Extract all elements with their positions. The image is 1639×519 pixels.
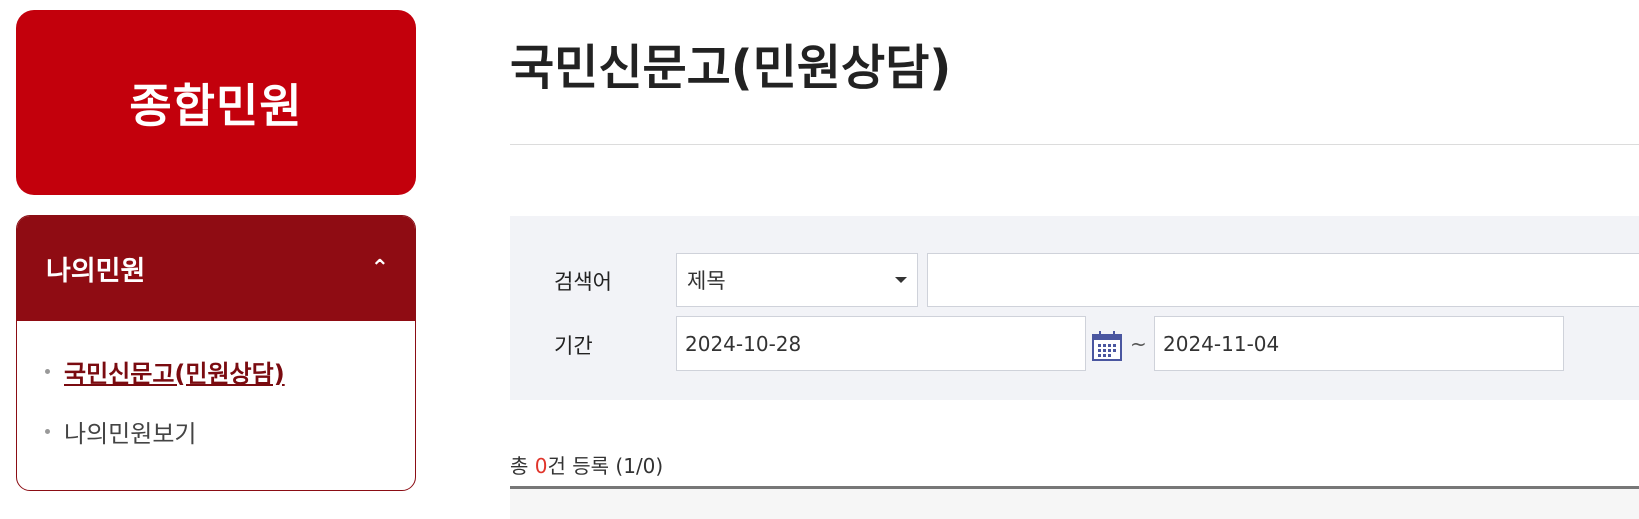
sidebar-title-banner: 종합민원	[16, 10, 416, 195]
date-from-value: 2024-10-28	[685, 331, 802, 356]
search-field-select[interactable]: 제목	[676, 253, 918, 307]
sidebar-item-complaint-consult[interactable]: 국민신문고(민원상담)	[45, 341, 415, 401]
date-to-input[interactable]: 2024-11-04	[1154, 316, 1564, 371]
sidebar-item-label[interactable]: 나의민원보기	[64, 414, 196, 449]
summary-prefix: 총	[510, 454, 535, 478]
summary-suffix: 건 등록	[547, 454, 610, 478]
sidebar-item-label[interactable]: 국민신문고(민원상담)	[64, 354, 285, 389]
keyword-label: 검색어	[554, 270, 612, 294]
date-separator: ~	[1130, 332, 1147, 356]
result-summary: 총 0건 등록 (1/0)	[510, 450, 663, 479]
result-count: 0	[534, 454, 548, 478]
search-panel: 검색어 제목 기간 2024-10-28 ~ 2024-11-04	[510, 216, 1639, 400]
calendar-icon[interactable]	[1091, 330, 1123, 362]
chevron-up-icon[interactable]: ⌃	[371, 256, 389, 281]
title-divider	[510, 144, 1639, 145]
sidebar-section-label: 나의민원	[46, 256, 146, 287]
page-indicator: (1/0)	[609, 454, 664, 478]
page-title: 국민신문고(민원상담)	[510, 40, 952, 96]
bullet-icon	[45, 368, 50, 374]
sidebar-title: 종합민원	[129, 78, 303, 133]
search-input[interactable]	[927, 253, 1639, 307]
bullet-icon	[45, 428, 50, 434]
sidebar-item-my-complaints[interactable]: 나의민원보기	[45, 401, 415, 461]
date-to-value: 2024-11-04	[1163, 331, 1280, 356]
sidebar-menu: 나의민원 ⌃ 국민신문고(민원상담) 나의민원보기	[16, 215, 416, 491]
table-header	[510, 489, 1639, 519]
sidebar-item-list: 국민신문고(민원상담) 나의민원보기	[17, 321, 415, 461]
period-label: 기간	[554, 334, 593, 358]
search-field-value: 제목	[687, 269, 726, 293]
date-from-input[interactable]: 2024-10-28	[676, 316, 1086, 371]
sidebar-section-header[interactable]: 나의민원 ⌃	[17, 216, 415, 321]
caret-down-icon	[895, 277, 907, 283]
